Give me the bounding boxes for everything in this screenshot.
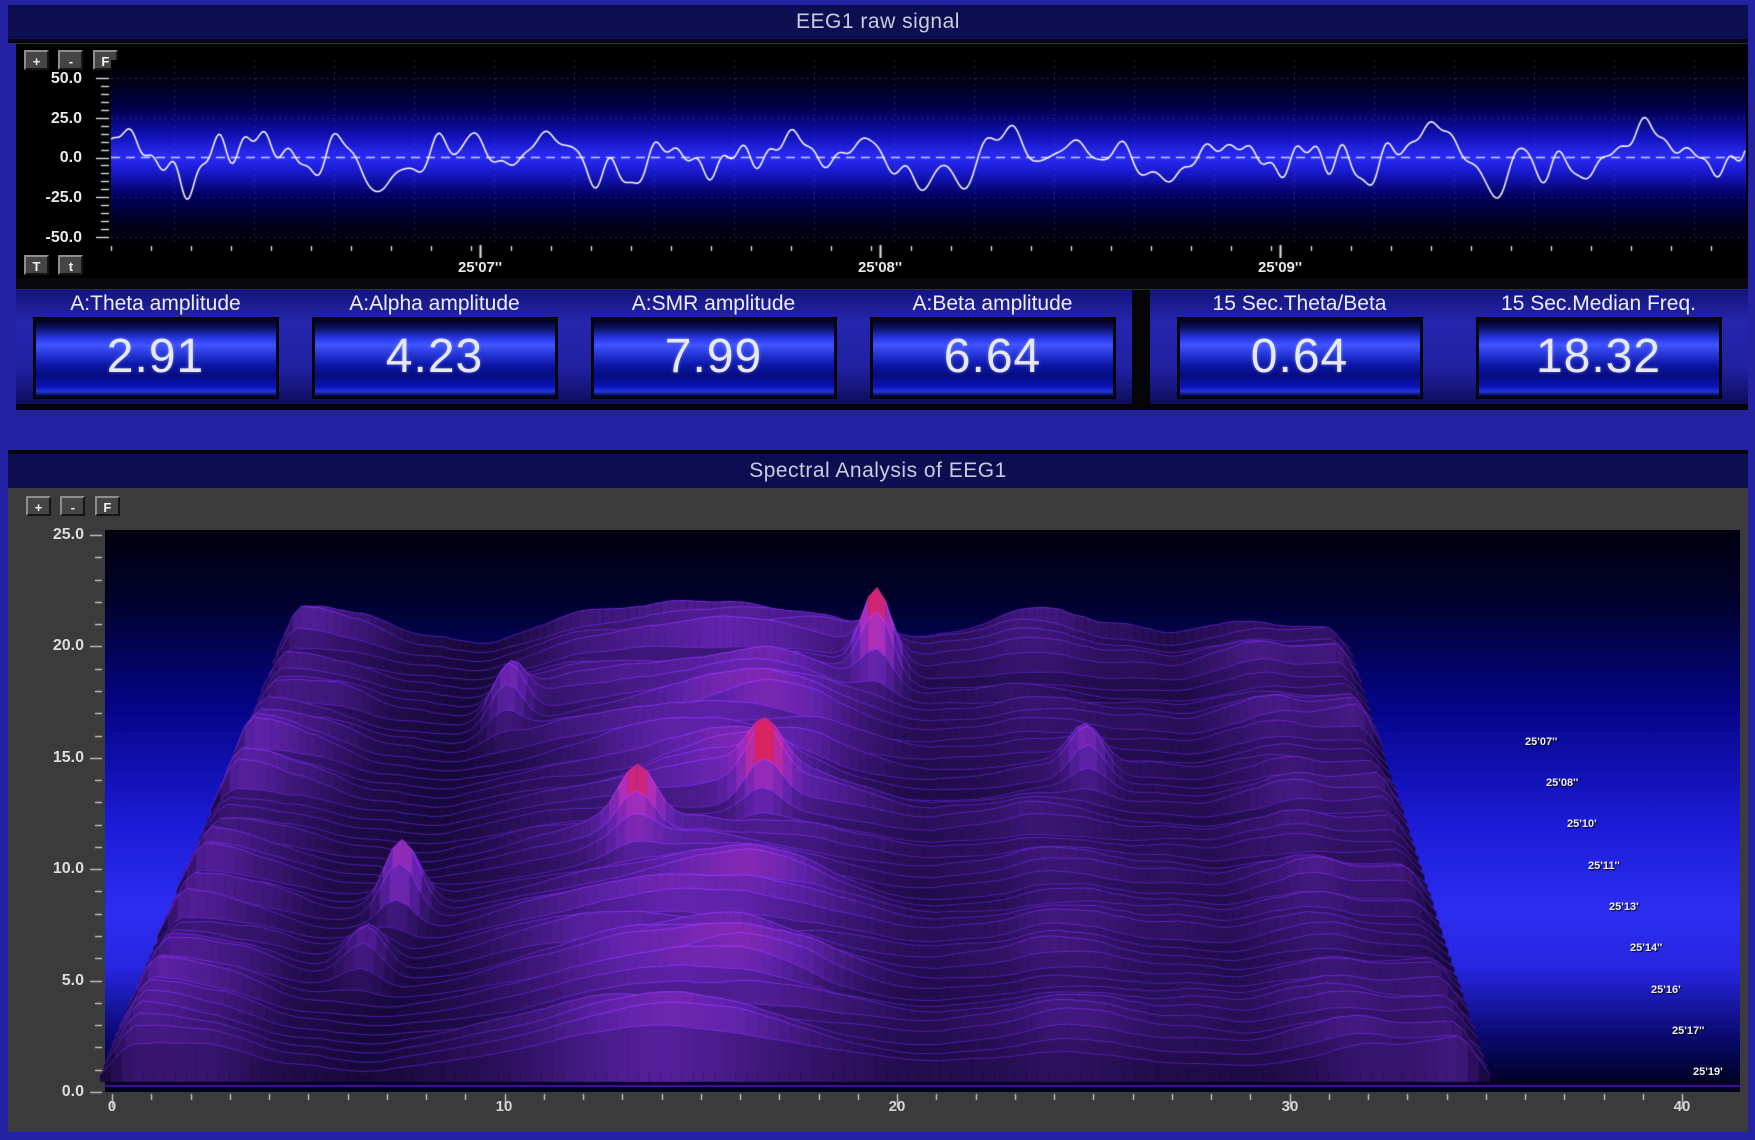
metric-smr-amplitude: A:SMR amplitude 7.99 <box>574 290 853 404</box>
zoom-out-button[interactable]: - <box>58 50 83 70</box>
metric-label: 15 Sec.Median Freq. <box>1449 290 1748 318</box>
spectral-title: Spectral Analysis of EEG1 <box>8 450 1748 490</box>
time-label-2508: 25'08'' <box>1546 777 1578 789</box>
metric-alpha-amplitude: A:Alpha amplitude 4.23 <box>295 290 574 404</box>
raw-xtick-2508: 25'08'' <box>835 259 925 276</box>
metric-theta-beta-ratio: 15 Sec.Theta/Beta 0.64 <box>1150 290 1449 404</box>
spec-ytick-0: 0.0 <box>22 1083 84 1101</box>
time-label-2519: 25'19' <box>1693 1066 1723 1078</box>
time-label-2511: 25'11'' <box>1588 860 1620 872</box>
metric-value: 2.91 <box>36 320 276 394</box>
full-scale-button[interactable]: F <box>95 496 120 516</box>
spec-ytick-20: 20.0 <box>22 637 84 655</box>
spec-xtick-30: 30 <box>1260 1098 1320 1116</box>
metric-value: 18.32 <box>1479 320 1719 394</box>
raw-timebase-controls: T t <box>24 255 88 276</box>
raw-signal-panel: + - F 50.0 25.0 0.0 -25.0 -50.0 25'07'' … <box>16 44 1748 278</box>
time-label-2517: 25'17'' <box>1672 1025 1704 1037</box>
time-label-2513: 25'13' <box>1609 901 1639 913</box>
metric-label: A:Beta amplitude <box>853 290 1132 318</box>
timebase-t-button[interactable]: t <box>58 255 83 275</box>
metric-value-display: 0.64 <box>1178 318 1422 398</box>
time-label-2516: 25'16' <box>1651 984 1681 996</box>
metric-value: 4.23 <box>315 320 555 394</box>
metric-theta-amplitude: A:Theta amplitude 2.91 <box>16 290 295 404</box>
metric-label: A:Theta amplitude <box>16 290 295 318</box>
metric-value: 7.99 <box>594 320 834 394</box>
raw-ytick-25: 25.0 <box>24 110 82 127</box>
time-label-2510: 25'10' <box>1567 818 1597 830</box>
metric-value-display: 7.99 <box>592 318 836 398</box>
raw-signal-title: EEG1 raw signal <box>8 5 1748 43</box>
spectral-analysis-panel: + - F 25.0 20.0 15.0 10.0 5.0 0.0 0 10 2… <box>8 488 1748 1132</box>
spec-xtick-20: 20 <box>867 1098 927 1116</box>
spec-ytick-15: 15.0 <box>22 749 84 767</box>
timebase-T-button[interactable]: T <box>24 255 49 275</box>
raw-panel-shadow <box>16 278 1748 289</box>
metric-value-display: 2.91 <box>34 318 278 398</box>
raw-signal-chart-surface[interactable] <box>94 58 1748 262</box>
metric-median-freq: 15 Sec.Median Freq. 18.32 <box>1449 290 1748 404</box>
raw-ytick-m50: -50.0 <box>24 229 82 246</box>
raw-ytick-50: 50.0 <box>24 70 82 87</box>
metric-label: 15 Sec.Theta/Beta <box>1150 290 1449 318</box>
metric-value-display: 18.32 <box>1477 318 1721 398</box>
metrics-divider <box>1132 290 1150 410</box>
spec-xtick-10: 10 <box>474 1098 534 1116</box>
metric-value: 6.64 <box>873 320 1113 394</box>
time-label-2514: 25'14'' <box>1630 942 1662 954</box>
spectral-chart-surface[interactable] <box>85 524 1747 1124</box>
time-label-2507: 25'07'' <box>1525 736 1557 748</box>
spectral-zoom-controls: + - F <box>26 496 125 517</box>
metric-label: A:Alpha amplitude <box>295 290 574 318</box>
raw-ytick-m25: -25.0 <box>24 189 82 206</box>
spec-xtick-0: 0 <box>82 1098 142 1116</box>
spec-ytick-5: 5.0 <box>22 972 84 990</box>
zoom-in-button[interactable]: + <box>24 50 49 70</box>
raw-ytick-0: 0.0 <box>24 149 82 166</box>
raw-xtick-2507: 25'07'' <box>435 259 525 276</box>
zoom-out-button[interactable]: - <box>60 496 85 516</box>
spec-ytick-10: 10.0 <box>22 860 84 878</box>
eeg-biofeedback-window: EEG1 raw signal + - F 50.0 25.0 0.0 -25.… <box>0 0 1755 1140</box>
spec-ytick-25: 25.0 <box>22 526 84 544</box>
metric-value: 0.64 <box>1180 320 1420 394</box>
zoom-in-button[interactable]: + <box>26 496 51 516</box>
metric-label: A:SMR amplitude <box>574 290 853 318</box>
ratio-metrics-group: 15 Sec.Theta/Beta 0.64 15 Sec.Median Fre… <box>1150 290 1748 410</box>
metric-value-display: 6.64 <box>871 318 1115 398</box>
spec-xtick-40: 40 <box>1652 1098 1712 1116</box>
amplitude-metrics-group: A:Theta amplitude 2.91 A:Alpha amplitude… <box>16 290 1132 410</box>
raw-xtick-2509: 25'09'' <box>1235 259 1325 276</box>
metric-beta-amplitude: A:Beta amplitude 6.64 <box>853 290 1132 404</box>
metric-value-display: 4.23 <box>313 318 557 398</box>
